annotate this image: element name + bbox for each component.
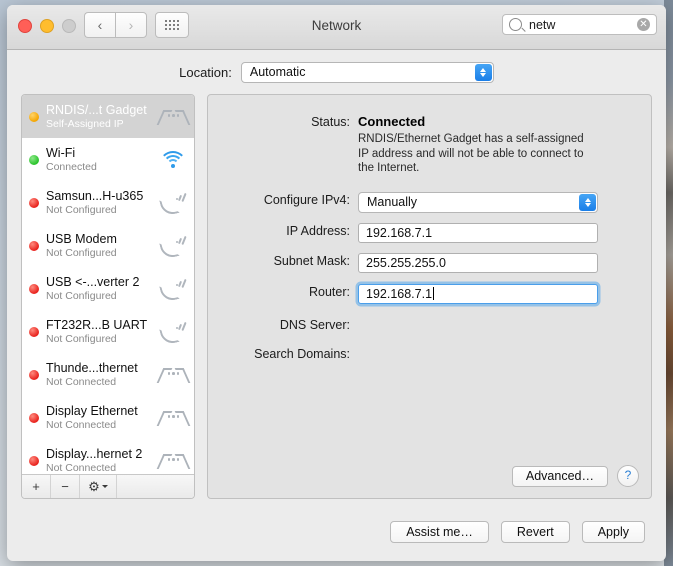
list-item[interactable]: Display...hernet 2 Not Connected [22,439,194,474]
detail-actions: Advanced… ? [511,465,639,487]
list-item[interactable]: Thunde...thernet Not Connected [22,353,194,396]
ip-address-input[interactable]: 192.168.7.1 [358,222,598,243]
location-row: Location: Automatic [7,50,666,94]
apply-button[interactable]: Apply [581,521,645,543]
sidebar-footer-spacer [117,475,194,498]
list-item[interactable]: USB <-...verter 2 Not Configured [22,267,194,310]
interface-name: Thunde...thernet [46,360,138,375]
help-button[interactable]: ? [617,465,639,487]
sidebar-footer: + − ⚙ [22,474,194,498]
modem-icon [158,235,188,260]
configure-ipv4-row: Configure IPv4: Manually [208,191,651,213]
search-field[interactable]: netw ✕ [502,14,657,35]
interface-list: RNDIS/...t Gadget Self-Assigned IP Wi-Fi… [22,95,194,474]
subnet-mask-label: Subnet Mask: [273,253,350,268]
text-caret [433,287,435,300]
status-dot [29,111,39,122]
configure-ipv4-label: Configure IPv4: [263,192,350,207]
gear-icon: ⚙ [88,479,100,494]
search-domains-row: Search Domains: [208,346,651,363]
interface-name: USB <-...verter 2 [46,274,140,289]
list-item[interactable]: FT232R...B UART Not Configured [22,310,194,353]
interface-status: Connected [46,160,97,173]
interface-sidebar: RNDIS/...t Gadget Self-Assigned IP Wi-Fi… [21,94,195,499]
dns-server-label: DNS Server: [279,317,350,332]
interface-name: Display...hernet 2 [46,446,143,461]
window-footer: Assist me… Revert Apply [7,503,666,561]
router-label: Router: [309,284,350,299]
status-label: Status: [311,115,350,129]
interface-status: Not Configured [46,289,117,302]
ethernet-icon [156,453,190,469]
status-dot [29,326,39,337]
router-input[interactable]: 192.168.7.1 [358,283,598,304]
ethernet-icon [156,109,190,125]
list-item[interactable]: Display Ethernet Not Connected [22,396,194,439]
configure-ipv4-value: Manually [367,195,418,209]
interface-name: RNDIS/...t Gadget [46,102,147,117]
status-dot [29,197,39,208]
advanced-button[interactable]: Advanced… [511,465,608,487]
status-dot [29,283,39,294]
status-dot [29,154,39,165]
search-domains-label: Search Domains: [254,346,350,361]
subnet-mask-row: Subnet Mask: 255.255.255.0 [208,252,651,273]
network-preferences-window: ‹ › Network netw ✕ Location: Automatic R… [7,5,666,561]
status-dot [29,455,39,466]
interface-status: Not Connected [46,375,117,388]
list-item[interactable]: Wi-Fi Connected [22,138,194,181]
search-input-value[interactable]: netw [529,18,637,32]
modem-icon [158,192,188,217]
interface-status: Not Configured [46,203,117,216]
interface-detail-panel: Status: Connected RNDIS/Ethernet Gadget … [207,94,652,499]
status-row: Status: Connected RNDIS/Ethernet Gadget … [208,95,651,176]
interface-name: Wi-Fi [46,145,76,160]
location-stepper-icon[interactable] [474,63,492,81]
interface-status: Not Connected [46,418,117,431]
revert-button[interactable]: Revert [500,521,570,543]
interface-actions-button[interactable]: ⚙ [80,475,117,498]
add-interface-button[interactable]: + [22,475,51,498]
ip-address-label: IP Address: [286,223,350,238]
status-dot [29,240,39,251]
interface-name: FT232R...B UART [46,317,148,332]
list-item[interactable]: Samsun...H-u365 Not Configured [22,181,194,224]
modem-icon [158,278,188,303]
configure-ipv4-popup-button[interactable]: Manually [358,191,598,213]
window-titlebar: ‹ › Network netw ✕ [7,5,666,50]
ethernet-icon [156,410,190,426]
modem-icon [158,321,188,346]
location-value: Automatic [249,65,306,79]
search-icon [509,18,522,31]
location-popup-button[interactable]: Automatic [240,61,494,83]
main-content: RNDIS/...t Gadget Self-Assigned IP Wi-Fi… [7,94,666,499]
interface-name: USB Modem [46,231,117,246]
status-value: Connected [358,114,426,129]
assist-me-button[interactable]: Assist me… [390,521,489,543]
configure-ipv4-stepper-icon[interactable] [579,193,596,211]
interface-status: Not Connected [46,461,117,474]
status-note: RNDIS/Ethernet Gadget has a self-assigne… [358,133,584,174]
subnet-mask-input[interactable]: 255.255.255.0 [358,252,598,273]
router-input-value: 192.168.7.1 [366,286,433,301]
interface-status: Self-Assigned IP [46,117,124,130]
ip-address-row: IP Address: 192.168.7.1 [208,222,651,243]
clear-search-icon[interactable]: ✕ [637,18,650,31]
wifi-icon [158,150,188,169]
list-item[interactable]: RNDIS/...t Gadget Self-Assigned IP [22,95,194,138]
dns-server-row: DNS Server: [208,317,651,334]
interface-status: Not Configured [46,246,117,259]
chevron-down-icon [101,485,108,488]
list-item[interactable]: USB Modem Not Configured [22,224,194,267]
interface-name: Samsun...H-u365 [46,188,144,203]
status-dot [29,412,39,423]
remove-interface-button[interactable]: − [51,475,80,498]
status-dot [29,369,39,380]
interface-status: Not Configured [46,332,117,345]
interface-name: Display Ethernet [46,403,138,418]
router-row: Router: 192.168.7.1 [208,283,651,304]
ethernet-icon [156,367,190,383]
location-label: Location: [179,64,232,80]
